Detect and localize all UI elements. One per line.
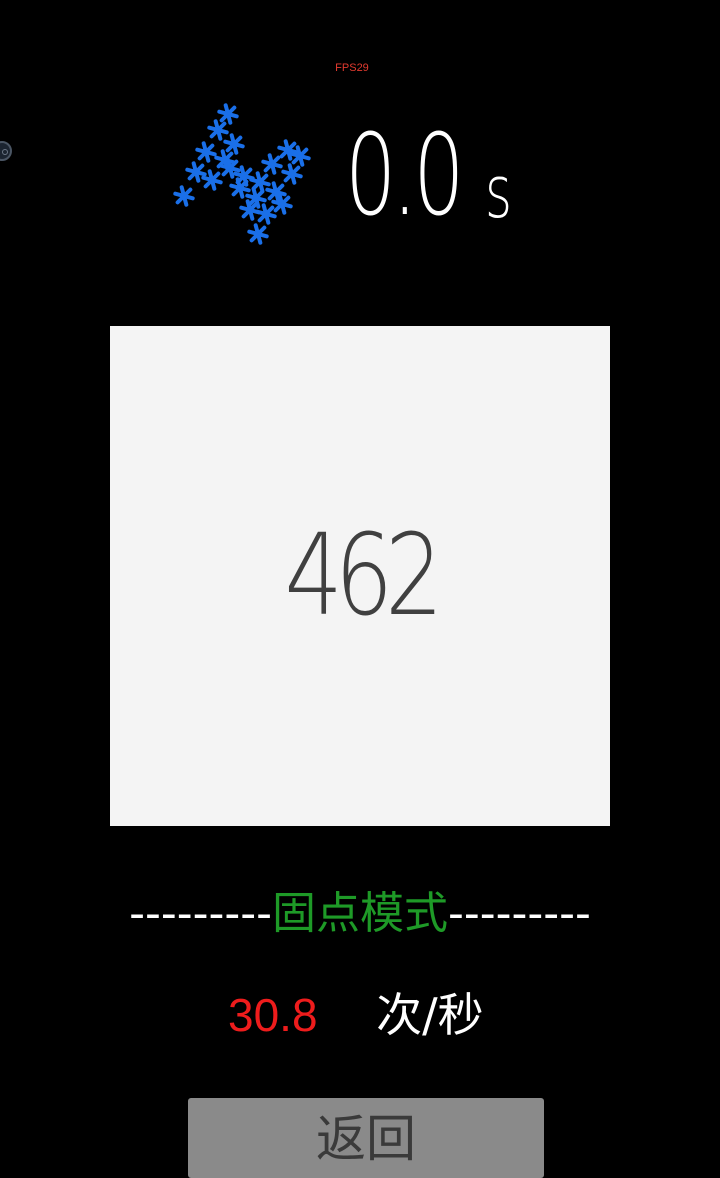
mode-left-dashes: --------- (129, 888, 272, 939)
fps-counter: FPS29 (335, 62, 369, 74)
mode-label: 固点模式 (272, 888, 448, 939)
rate-value: 30.8 (228, 989, 318, 1041)
blue-asterisk-cluster-icon (173, 103, 311, 245)
target-number: 462 (284, 511, 444, 641)
back-button[interactable]: 返回 (188, 1098, 544, 1178)
tap-target-panel[interactable]: 462 (110, 326, 610, 826)
mode-banner: ---------固点模式--------- (0, 884, 720, 944)
floating-assistive-button[interactable] (0, 141, 12, 161)
timer-unit: s (485, 150, 513, 234)
timer-value: 0.0 (345, 111, 465, 241)
mode-right-dashes: --------- (448, 888, 591, 939)
timer-display: 0.0 s (345, 112, 523, 232)
rate-unit: 次/秒 (376, 988, 484, 1042)
click-rate: 30.8 次/秒 (228, 985, 484, 1045)
